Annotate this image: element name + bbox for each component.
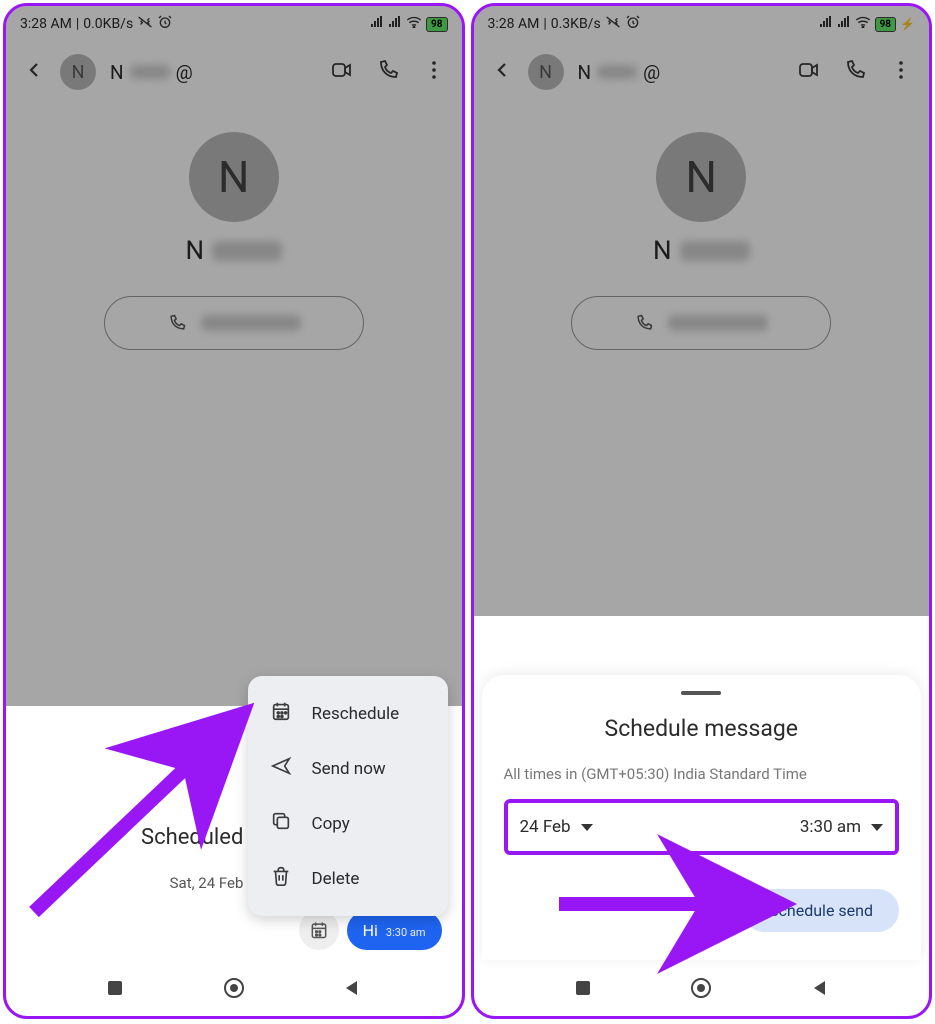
menu-delete[interactable]: Delete [248, 851, 448, 906]
datetime-selector: 24 Feb 3:30 am [504, 799, 900, 855]
nav-back[interactable] [340, 976, 364, 1000]
menu-label: Copy [312, 814, 350, 834]
chevron-down-icon [581, 824, 593, 831]
charging-icon: ⚡ [900, 17, 915, 31]
system-nav-bar [6, 960, 462, 1016]
more-menu-button[interactable] [889, 58, 913, 86]
alarm-icon [625, 14, 641, 34]
signal-icon [388, 16, 402, 32]
scheduled-message-bubble[interactable]: Hi 3:30 am [347, 911, 442, 950]
signal-icon [370, 16, 384, 32]
contact-name-large: N [494, 236, 910, 266]
battery-indicator: 98 [426, 17, 447, 32]
calendar-icon [270, 700, 292, 727]
nav-home[interactable] [222, 976, 246, 1000]
date-picker[interactable]: 24 Feb [520, 817, 593, 837]
schedule-calendar-button[interactable] [299, 910, 339, 950]
more-menu-button[interactable] [422, 58, 446, 86]
vibrate-icon [605, 14, 621, 34]
conversation-topbar: N N @ [474, 42, 930, 102]
contact-avatar-large: N [656, 132, 746, 222]
contact-name-large: N [26, 236, 442, 266]
copy-icon [270, 810, 292, 837]
wifi-icon [406, 16, 422, 32]
conversation-topbar: N N @ [6, 42, 462, 102]
message-scheduled-time: 3:30 am [386, 926, 426, 939]
contact-avatar-large: N [189, 132, 279, 222]
menu-label: Reschedule [312, 704, 400, 724]
schedule-send-button[interactable]: Schedule send [743, 889, 899, 932]
contact-name[interactable]: N @ [110, 61, 193, 84]
sheet-title: Schedule message [504, 715, 900, 742]
back-button[interactable] [22, 58, 46, 86]
message-text: Hi [363, 921, 378, 940]
screenshot-left: 3:28 AM | 0.0KB/s 98 N N @ [3, 3, 465, 1019]
status-network: 0.3KB/s [551, 16, 601, 32]
contact-header: N N [6, 102, 462, 350]
screenshot-right: 3:28 AM | 0.3KB/s 98 ⚡ N N @ [471, 3, 933, 1019]
status-bar: 3:28 AM | 0.0KB/s 98 [6, 6, 462, 42]
status-network: 0.0KB/s [83, 16, 133, 32]
nav-recent[interactable] [103, 976, 127, 1000]
alarm-icon [157, 14, 173, 34]
phone-number-pill[interactable] [571, 296, 831, 350]
signal-icon [819, 16, 833, 32]
contact-name[interactable]: N @ [578, 61, 661, 84]
voice-call-button[interactable] [843, 58, 867, 86]
voice-call-button[interactable] [376, 58, 400, 86]
status-time: 3:28 AM [488, 16, 540, 32]
menu-send-now[interactable]: Send now [248, 741, 448, 796]
schedule-message-sheet: Schedule message All times in (GMT+05:30… [482, 675, 922, 960]
phone-number-pill[interactable] [104, 296, 364, 350]
nav-home[interactable] [689, 976, 713, 1000]
menu-copy[interactable]: Copy [248, 796, 448, 851]
signal-icon [837, 16, 851, 32]
time-picker[interactable]: 3:30 am [800, 817, 883, 837]
wifi-icon [855, 16, 871, 32]
battery-indicator: 98 [875, 17, 896, 32]
nav-back[interactable] [808, 976, 832, 1000]
status-bar: 3:28 AM | 0.3KB/s 98 ⚡ [474, 6, 930, 42]
timezone-note: All times in (GMT+05:30) India Standard … [504, 764, 900, 785]
menu-label: Delete [312, 869, 360, 889]
contact-header: N N [474, 102, 930, 350]
send-icon [270, 755, 292, 782]
message-context-menu: Reschedule Send now Copy Delete [248, 676, 448, 916]
contact-avatar[interactable]: N [60, 54, 96, 90]
contact-avatar[interactable]: N [528, 54, 564, 90]
status-time: 3:28 AM [20, 16, 72, 32]
chevron-down-icon [871, 824, 883, 831]
nav-recent[interactable] [571, 976, 595, 1000]
menu-reschedule[interactable]: Reschedule [248, 686, 448, 741]
trash-icon [270, 865, 292, 892]
back-button[interactable] [490, 58, 514, 86]
vibrate-icon [137, 14, 153, 34]
sheet-drag-handle[interactable] [681, 691, 721, 695]
system-nav-bar [474, 960, 930, 1016]
menu-label: Send now [312, 759, 386, 779]
video-call-button[interactable] [797, 58, 821, 86]
video-call-button[interactable] [330, 58, 354, 86]
